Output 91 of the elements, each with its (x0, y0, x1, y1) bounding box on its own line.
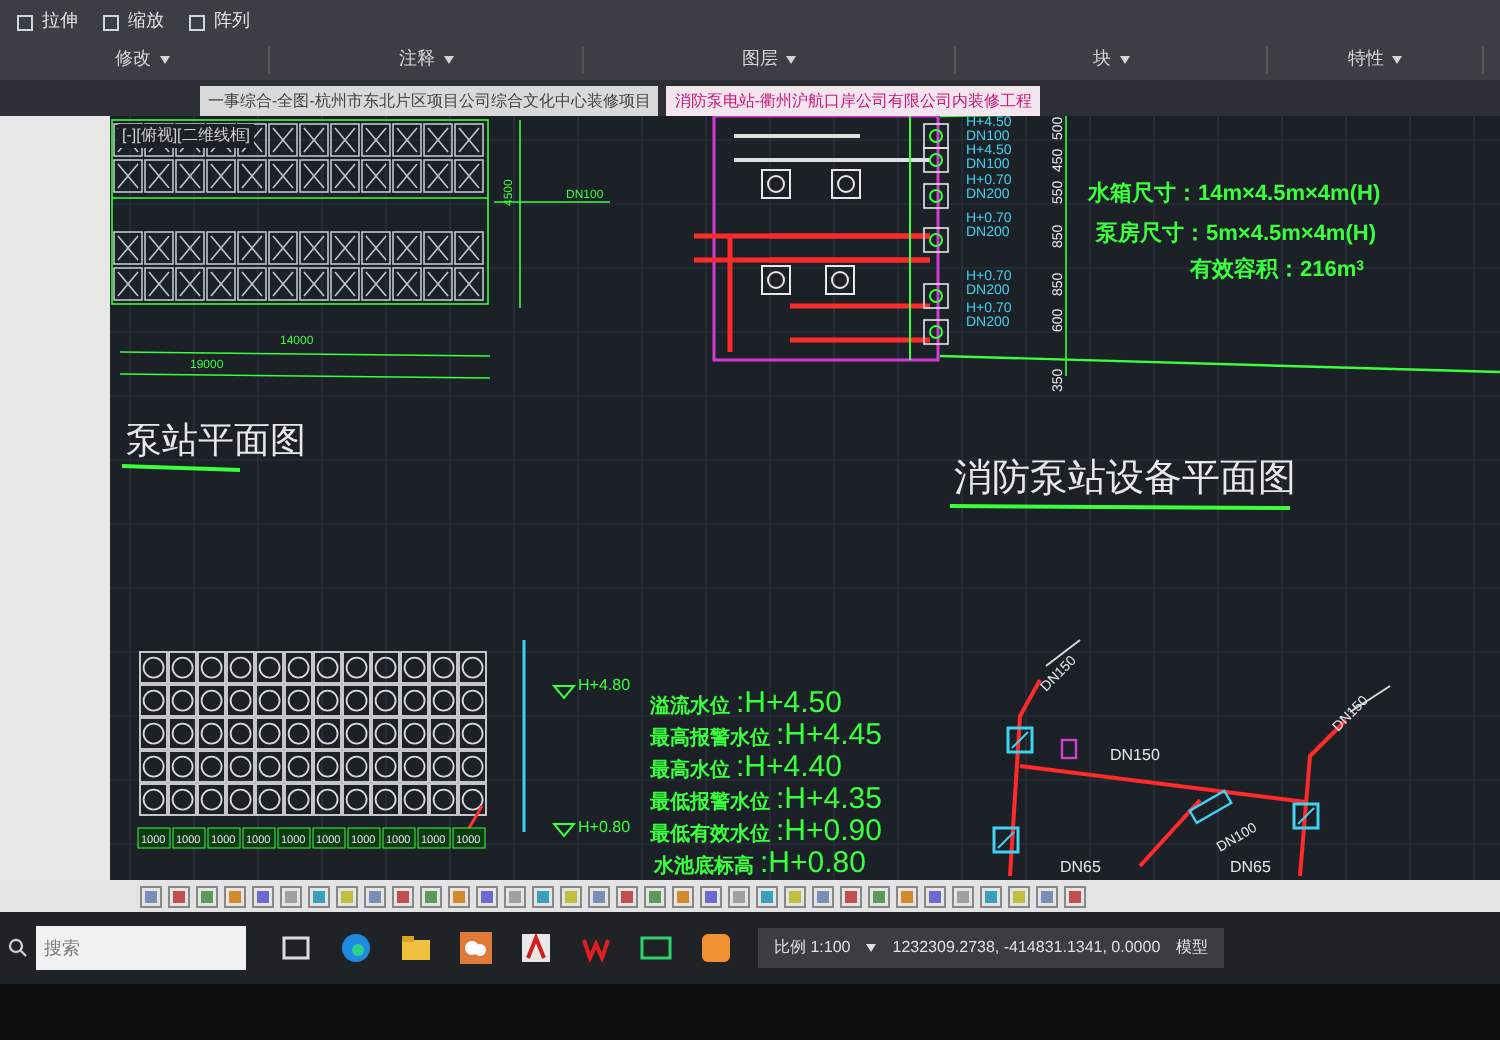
tool-icon (102, 13, 120, 31)
water-level-label: 最高报警水位 :H+4.45 (650, 718, 882, 752)
tool-button[interactable] (644, 885, 666, 907)
taskbar-button[interactable] (518, 930, 554, 966)
title-underline (121, 464, 241, 472)
viewport-label[interactable]: [-][俯视][二维线框] (118, 124, 254, 148)
tool-button[interactable] (476, 885, 498, 907)
scale-dropdown[interactable]: 比例 1:100 (774, 936, 851, 960)
tool-button[interactable] (672, 885, 694, 907)
tool-button[interactable] (168, 885, 190, 907)
water-level-label: 水池底标高 :H+0.80 (654, 846, 866, 880)
taskbar-button[interactable] (698, 930, 734, 966)
search-field[interactable]: 搜索 (36, 926, 246, 970)
tool-button[interactable] (616, 885, 638, 907)
ribbon-group-label[interactable]: 特性 (1348, 46, 1385, 74)
tool-icon (188, 13, 206, 31)
pipe-label: DN65 (1230, 858, 1271, 876)
caret-icon (866, 944, 877, 952)
caret-icon (1119, 56, 1130, 64)
water-level-label: 最高水位 :H+4.40 (650, 750, 842, 784)
caret-icon (159, 56, 170, 64)
tool-button[interactable] (224, 885, 246, 907)
caret-icon (785, 56, 796, 64)
tool-button[interactable] (980, 885, 1002, 907)
tool-button[interactable] (756, 885, 778, 907)
task-view-icon (280, 932, 312, 964)
taskbar-button[interactable] (398, 930, 434, 966)
tool-button[interactable] (308, 885, 330, 907)
caret-icon (443, 56, 454, 64)
tool-button[interactable] (840, 885, 862, 907)
elevation-label: H+0.80 (578, 818, 631, 836)
taskbar-button[interactable] (338, 930, 374, 966)
water-level-label: 最低有效水位 :H+0.90 (650, 814, 882, 848)
tool-button[interactable] (392, 885, 414, 907)
tool-button[interactable] (504, 885, 526, 907)
tool-button[interactable] (532, 885, 554, 907)
tool-button[interactable] (280, 885, 302, 907)
tool-button[interactable] (700, 885, 722, 907)
tool-button[interactable] (252, 885, 274, 907)
drawing-title: 消防泵站设备平面图 (954, 458, 1296, 500)
ribbon-group-label[interactable]: 图层 (741, 46, 778, 74)
ribbon-button[interactable]: 缩放 (102, 8, 164, 36)
tool-button[interactable] (1008, 885, 1030, 907)
search-icon (8, 938, 28, 958)
pipe-label: DN150 (1110, 746, 1160, 764)
tool-button[interactable] (448, 885, 470, 907)
ribbon-button[interactable]: 阵列 (188, 8, 250, 36)
leader-line (493, 201, 611, 203)
elevation-mark (551, 685, 577, 700)
tool-button[interactable] (924, 885, 946, 907)
taskbar-button[interactable] (458, 930, 494, 966)
ribbon-group-label[interactable]: 块 (1093, 46, 1112, 74)
tool-button[interactable] (868, 885, 890, 907)
monitor-icon (640, 932, 672, 964)
elevation-label: H+4.80 (578, 676, 631, 694)
ribbon-group-label[interactable]: 注释 (399, 46, 436, 74)
tool-button[interactable] (140, 885, 162, 907)
cad-app-icon (520, 932, 552, 964)
cursor-coordinates: 1232309.2738, -414831.1341, 0.0000 (892, 936, 1161, 960)
ribbon-button[interactable]: 拉伸 (16, 8, 78, 36)
folder-icon (400, 932, 432, 964)
water-level-label: 最低报警水位 :H+4.35 (650, 782, 882, 816)
tool-button[interactable] (364, 885, 386, 907)
tool-button[interactable] (1064, 885, 1086, 907)
tool-icon (16, 13, 34, 31)
tank-note: 泵房尺寸：5m×4.5m×4m(H) (1096, 222, 1376, 246)
tool-button[interactable] (588, 885, 610, 907)
tool-button[interactable] (196, 885, 218, 907)
pipe-label: DN65 (1060, 858, 1101, 876)
document-tab[interactable]: 一事综合-全图-杭州市东北片区项目公司综合文化中心装修项目 (200, 86, 659, 116)
caret-icon (1392, 56, 1403, 64)
tool-button[interactable] (560, 885, 582, 907)
water-level-label: 溢流水位 :H+4.50 (650, 686, 842, 720)
tool-button[interactable] (420, 885, 442, 907)
tank-note: 有效容积：216m$^{3}$ (1190, 258, 1365, 282)
tool-button[interactable] (784, 885, 806, 907)
model-space-button[interactable]: 模型 (1176, 936, 1209, 960)
app-icon (700, 932, 732, 964)
ribbon-group-label[interactable]: 修改 (115, 46, 152, 74)
tool-button[interactable] (728, 885, 750, 907)
document-tab[interactable]: 消防泵电站-衢州沪航口岸公司有限公司内装修工程 (666, 86, 1040, 116)
tank-note: 水箱尺寸：14m×4.5m×4m(H) (1088, 182, 1381, 206)
elevation-mark (551, 823, 577, 838)
chat-icon (460, 932, 492, 964)
tool-button[interactable] (336, 885, 358, 907)
drawing-title: 泵站平面图 (126, 420, 306, 460)
tool-button[interactable] (952, 885, 974, 907)
browser-icon (340, 932, 372, 964)
tool-button[interactable] (896, 885, 918, 907)
tool-button[interactable] (1036, 885, 1058, 907)
tool-button[interactable] (812, 885, 834, 907)
